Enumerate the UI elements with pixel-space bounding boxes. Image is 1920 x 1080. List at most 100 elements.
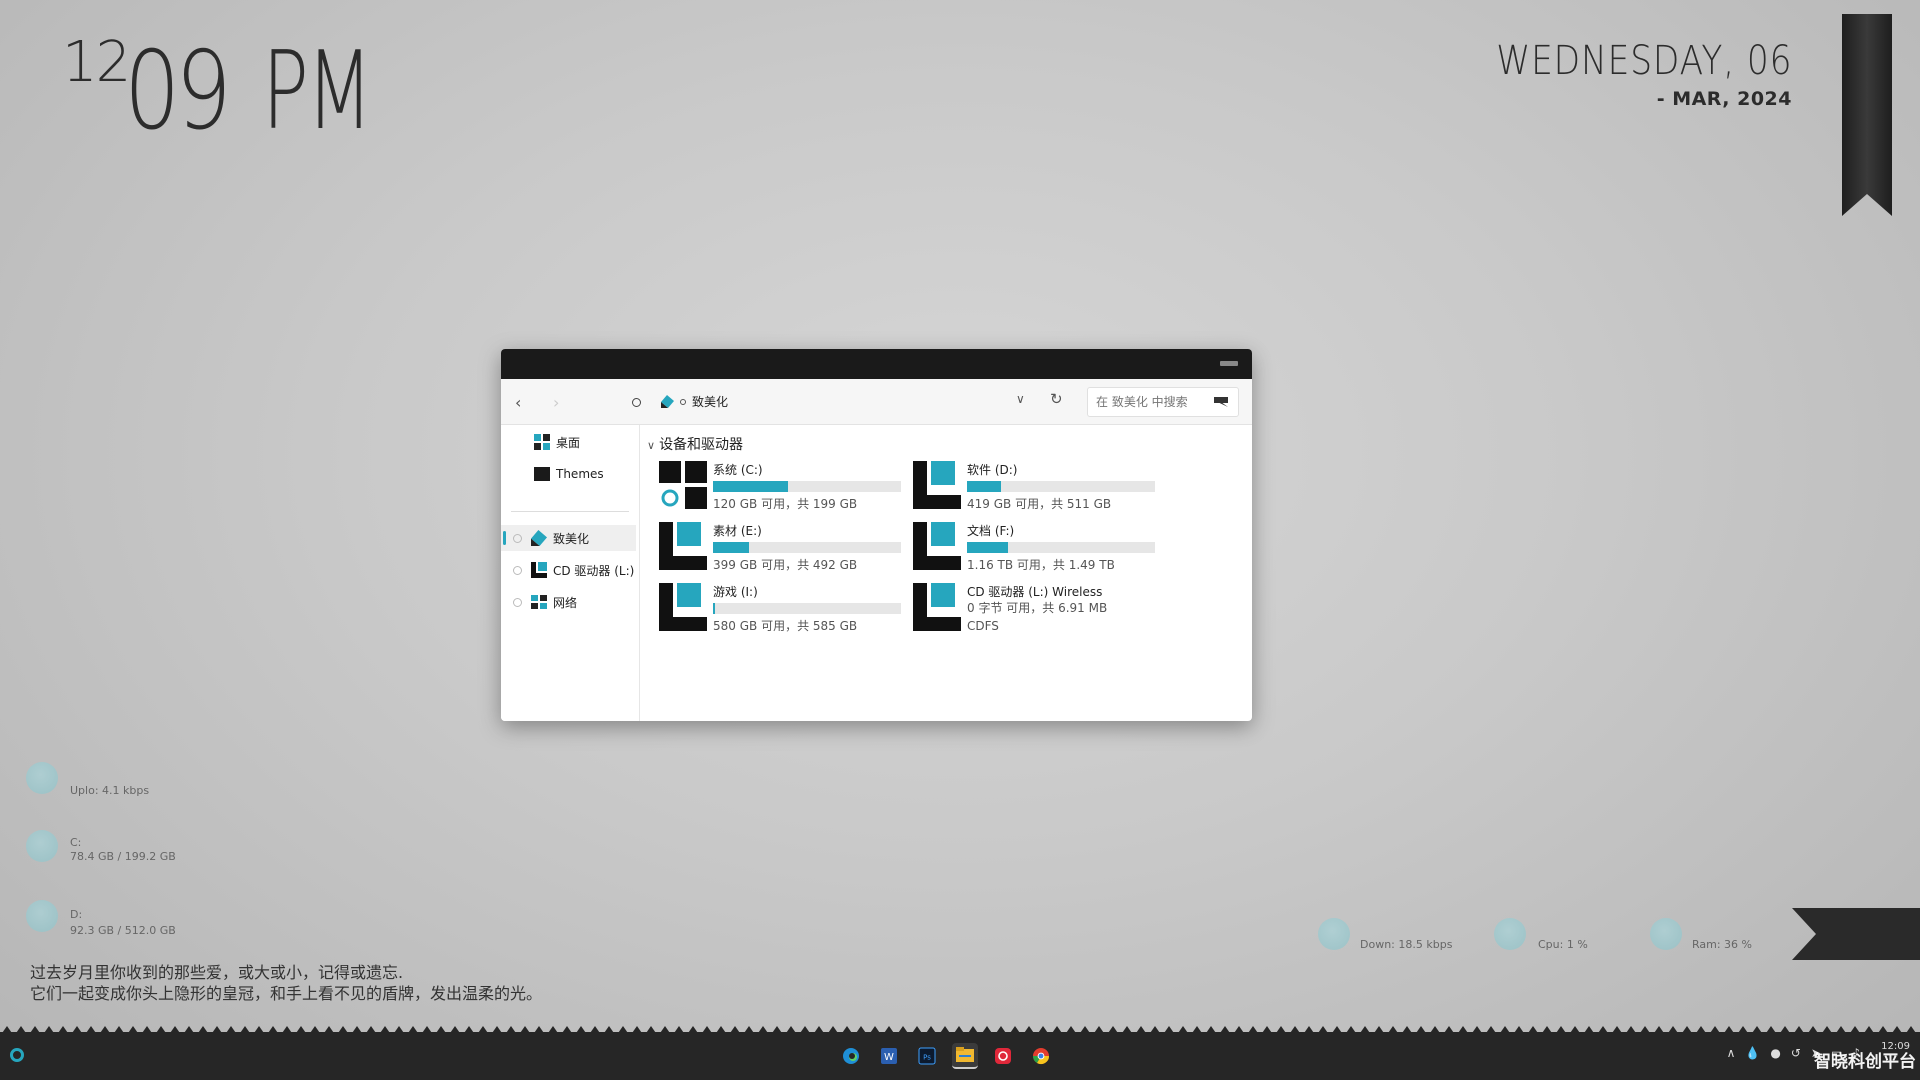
edge-icon[interactable] xyxy=(838,1043,864,1069)
drive-name: 软件 (D:) xyxy=(967,463,1018,477)
disk-c-gauge xyxy=(26,830,58,862)
drive-tile[interactable]: 系统 (C:) 120 GB 可用，共 199 GB xyxy=(659,461,901,517)
drive-icon xyxy=(659,583,707,631)
explorer-toolbar: ‹ › 致美化 ∨ ↻ xyxy=(501,379,1252,425)
drive-name: 文档 (F:) xyxy=(967,524,1015,538)
upload-label: Uplo: 4.1 kbps xyxy=(70,784,150,797)
clock-hour: 12 xyxy=(62,30,131,95)
qq-icon[interactable]: ● xyxy=(1770,1046,1780,1060)
forward-icon[interactable]: › xyxy=(553,393,559,412)
breadcrumb-item[interactable]: 致美化 xyxy=(692,393,728,410)
sync-icon[interactable]: ↺ xyxy=(1791,1046,1801,1060)
expand-icon[interactable] xyxy=(513,597,522,607)
windows-drive-icon xyxy=(659,461,707,509)
watermark-text: 智晓科创平台 xyxy=(1814,1052,1916,1072)
drive-name: 系统 (C:) xyxy=(713,463,763,477)
drop-icon[interactable]: 💧 xyxy=(1745,1046,1760,1060)
search-input[interactable] xyxy=(1088,388,1206,416)
sidebar-item-label: 致美化 xyxy=(553,531,590,546)
drive-usage-fill xyxy=(713,481,789,492)
chevron-down-icon[interactable]: ∨ xyxy=(647,439,655,452)
drive-name: CD 驱动器 (L:) Wireless xyxy=(967,585,1103,599)
clock-minute: 09 xyxy=(124,29,232,154)
desktop-quote: 过去岁月里你收到的那些爱，或大或小，记得或遗忘. 它们一起变成你头上隐形的皇冠，… xyxy=(30,962,542,1004)
desktop-icon xyxy=(534,434,550,450)
sidebar-item-themes[interactable]: Themes xyxy=(501,461,636,487)
clock-ampm: PM xyxy=(262,29,373,154)
breadcrumb[interactable]: 致美化 xyxy=(661,393,728,410)
file-explorer-icon[interactable] xyxy=(952,1043,978,1069)
taskbar: W Ps ∧ 💧 ● ↺ ➤ ▭ ♪ 12:09 智晓科创平台 xyxy=(0,1032,1920,1080)
date-day: WEDNESDAY, 06 xyxy=(1495,38,1792,84)
sidebar-item-zhimeihua[interactable]: 致美化 xyxy=(501,525,636,551)
folder-icon xyxy=(534,467,550,481)
drive-usage-fill xyxy=(713,603,715,614)
navigation-pane: 桌面 Themes 致美化 CD 驱动器 (L:) 网络 xyxy=(501,425,640,721)
chevron-down-icon[interactable]: ∨ xyxy=(1016,392,1025,406)
drive-icon xyxy=(913,461,961,509)
drive-usage-bar xyxy=(713,481,901,492)
sidebar-item-desktop[interactable]: 桌面 xyxy=(501,429,636,455)
netease-music-icon[interactable] xyxy=(990,1043,1016,1069)
drive-usage-bar xyxy=(713,542,901,553)
sidebar-item-label: CD 驱动器 (L:) xyxy=(553,563,635,578)
disk-c-label: C: xyxy=(70,836,82,849)
drive-name: 素材 (E:) xyxy=(713,524,762,538)
drive-info: 399 GB 可用，共 492 GB xyxy=(713,558,858,572)
drive-free-space: 0 字节 可用，共 6.91 MB xyxy=(967,601,1108,615)
chevron-up-icon[interactable]: ∧ xyxy=(1727,1046,1736,1060)
disk-d-value: 92.3 GB / 512.0 GB xyxy=(70,924,176,937)
drive-info: 1.16 TB 可用，共 1.49 TB xyxy=(967,558,1115,572)
cd-drive-icon xyxy=(913,583,961,631)
start-icon[interactable] xyxy=(10,1048,24,1062)
file-explorer-window: ‹ › 致美化 ∨ ↻ 桌面 Themes 致美化 xyxy=(501,349,1252,721)
drive-tile[interactable]: 游戏 (I:) 580 GB 可用，共 585 GB xyxy=(659,583,901,639)
up-icon[interactable] xyxy=(632,398,641,407)
word-icon[interactable]: W xyxy=(876,1043,902,1069)
drive-tile[interactable]: CD 驱动器 (L:) Wireless 0 字节 可用，共 6.91 MB C… xyxy=(913,583,1153,639)
sidebar-item-cd-drive[interactable]: CD 驱动器 (L:) xyxy=(501,557,636,583)
sidebar-item-label: 桌面 xyxy=(556,435,581,450)
sidebar-item-label: Themes xyxy=(556,467,604,481)
back-icon[interactable]: ‹ xyxy=(515,393,521,412)
drive-usage-fill xyxy=(967,481,1001,492)
svg-text:W: W xyxy=(884,1052,894,1063)
cpu-gauge xyxy=(1494,918,1526,950)
sidebar-item-network[interactable]: 网络 xyxy=(501,589,636,615)
drive-info: 120 GB 可用，共 199 GB xyxy=(713,497,858,511)
drive-tile[interactable]: 文档 (F:) 1.16 TB 可用，共 1.49 TB xyxy=(913,522,1155,578)
expand-icon[interactable] xyxy=(513,565,522,575)
search-icon[interactable] xyxy=(1214,397,1228,407)
ram-gauge xyxy=(1650,918,1682,950)
sidebar-divider xyxy=(511,511,629,512)
ram-label: Ram: 36 % xyxy=(1692,938,1753,951)
breadcrumb-separator-icon xyxy=(680,398,686,405)
expand-icon[interactable] xyxy=(513,533,522,543)
search-box[interactable] xyxy=(1087,387,1239,417)
drive-usage-fill xyxy=(967,542,1009,553)
chrome-icon[interactable] xyxy=(1028,1043,1054,1069)
brush-icon xyxy=(531,530,547,546)
drive-info: 0 字节 可用，共 6.91 MB CDFS xyxy=(967,599,1107,635)
date-month: - MAR, 2024 xyxy=(1656,88,1792,110)
quote-line-1: 过去岁月里你收到的那些爱，或大或小，记得或遗忘. xyxy=(30,963,404,982)
drive-tile[interactable]: 素材 (E:) 399 GB 可用，共 492 GB xyxy=(659,522,901,578)
section-header[interactable]: ∨ 设备和驱动器 xyxy=(647,434,743,454)
content-pane: ∨ 设备和驱动器 系统 (C:) 120 GB 可用，共 199 GB 软件 (D… xyxy=(641,425,1252,721)
ribbon-arrow-decoration xyxy=(1792,908,1920,960)
download-label: Down: 18.5 kbps xyxy=(1360,938,1453,951)
minimize-button[interactable] xyxy=(1220,361,1238,366)
sidebar-item-label: 网络 xyxy=(553,595,578,610)
disk-d-gauge xyxy=(26,900,58,932)
taskbar-apps: W Ps xyxy=(838,1043,1054,1069)
window-titlebar[interactable] xyxy=(501,349,1252,379)
drive-icon xyxy=(913,522,961,570)
drive-name: 游戏 (I:) xyxy=(713,585,758,599)
drive-tile[interactable]: 软件 (D:) 419 GB 可用，共 511 GB xyxy=(913,461,1155,517)
refresh-icon[interactable]: ↻ xyxy=(1050,390,1063,408)
photoshop-icon[interactable]: Ps xyxy=(914,1043,940,1069)
cpu-label: Cpu: 1 % xyxy=(1538,938,1588,951)
brush-icon xyxy=(661,395,674,408)
drive-usage-bar xyxy=(967,542,1155,553)
drive-usage-bar xyxy=(967,481,1155,492)
